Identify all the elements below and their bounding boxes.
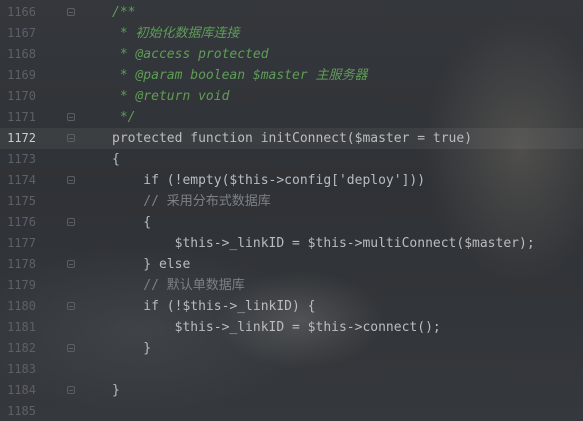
code-text: $this->_linkID = $this->multiConnect($ma… [112, 236, 535, 251]
line-number: 1168 [7, 47, 36, 61]
code-text: if (!$this->_linkID) { [112, 299, 316, 314]
line-number: 1171 [7, 110, 36, 124]
code-text: // 采用分布式数据库 [112, 194, 271, 209]
code-line[interactable]: 1171 */ [0, 107, 583, 128]
code-line[interactable]: 1183 [0, 359, 583, 380]
line-number: 1169 [7, 68, 36, 82]
code-line[interactable]: 1175 // 采用分布式数据库 [0, 191, 583, 212]
line-number: 1179 [7, 278, 36, 292]
code-text: * @return void [112, 89, 230, 104]
code-line[interactable]: 1167 * 初始化数据库连接 [0, 23, 583, 44]
code-line[interactable]: 1166 /** [0, 2, 583, 23]
code-line[interactable]: 1180 if (!$this->_linkID) { [0, 296, 583, 317]
line-number: 1182 [7, 341, 36, 355]
line-number: 1167 [7, 26, 36, 40]
code-line[interactable]: 1179 // 默认单数据库 [0, 275, 583, 296]
line-number: 1184 [7, 383, 36, 397]
fold-collapse-icon[interactable] [67, 302, 75, 310]
line-number: 1181 [7, 320, 36, 334]
code-text: } [112, 341, 152, 356]
code-text: { [112, 215, 152, 230]
fold-collapse-icon[interactable] [67, 218, 75, 226]
code-text: } else [112, 257, 191, 272]
code-line-current[interactable]: 1172 protected function initConnect($mas… [0, 128, 583, 149]
code-text: $this->_linkID = $this->connect(); [112, 320, 441, 335]
fold-expand-icon[interactable] [67, 386, 75, 394]
code-text: } [112, 383, 120, 398]
line-number: 1185 [7, 404, 36, 418]
code-text: protected function initConnect($master =… [112, 131, 473, 146]
code-line[interactable]: 1169 * @param boolean $master 主服务器 [0, 65, 583, 86]
line-number: 1180 [7, 299, 36, 313]
code-line[interactable]: 1174 if (!empty($this->config['deploy'])… [0, 170, 583, 191]
fold-expand-icon[interactable] [67, 344, 75, 352]
code-line[interactable]: 1178 } else [0, 254, 583, 275]
code-editor[interactable]: 1166 /** 1167 * 初始化数据库连接 1168 * @access … [0, 0, 583, 421]
code-text: /** [112, 5, 136, 20]
code-line[interactable]: 1185 [0, 401, 583, 421]
code-text: // 默认单数据库 [112, 278, 245, 293]
fold-collapse-icon[interactable] [67, 134, 75, 142]
code-line[interactable]: 1181 $this->_linkID = $this->connect(); [0, 317, 583, 338]
line-number: 1174 [7, 173, 36, 187]
line-number: 1178 [7, 257, 36, 271]
line-number: 1183 [7, 362, 36, 376]
code-text: * @param boolean $master 主服务器 [112, 68, 368, 83]
code-text: { [112, 152, 120, 167]
line-number: 1177 [7, 236, 36, 250]
line-number: 1176 [7, 215, 36, 229]
code-line[interactable]: 1184 } [0, 380, 583, 401]
code-text: */ [112, 110, 136, 125]
line-number: 1175 [7, 194, 36, 208]
fold-collapse-icon[interactable] [67, 176, 75, 184]
code-line[interactable]: 1182 } [0, 338, 583, 359]
code-line[interactable]: 1177 $this->_linkID = $this->multiConnec… [0, 233, 583, 254]
code-text: * 初始化数据库连接 [112, 26, 240, 41]
code-line[interactable]: 1173 { [0, 149, 583, 170]
line-number: 1170 [7, 89, 36, 103]
code-text: if (!empty($this->config['deploy'])) [112, 173, 426, 188]
code-line[interactable]: 1176 { [0, 212, 583, 233]
line-number-current: 1172 [7, 131, 36, 145]
code-line[interactable]: 1168 * @access protected [0, 44, 583, 65]
code-text: * @access protected [112, 47, 269, 62]
fold-expand-icon[interactable] [67, 260, 75, 268]
line-number: 1173 [7, 152, 36, 166]
fold-expand-icon[interactable] [67, 113, 75, 121]
line-number: 1166 [7, 5, 36, 19]
code-line[interactable]: 1170 * @return void [0, 86, 583, 107]
fold-collapse-icon[interactable] [67, 8, 75, 16]
